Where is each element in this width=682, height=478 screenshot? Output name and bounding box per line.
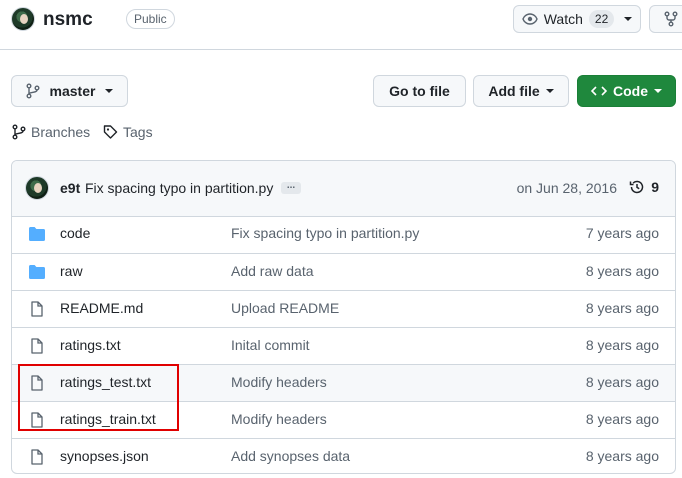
folder-icon: [28, 264, 46, 280]
file-commit-age: 8 years ago: [585, 411, 659, 427]
file-commit-message-link[interactable]: Modify headers: [231, 411, 327, 427]
go-to-file-button[interactable]: Go to file: [373, 75, 466, 107]
file-commit-message-link[interactable]: Upload README: [231, 300, 339, 316]
commit-message[interactable]: Fix spacing typo in partition.py: [85, 180, 273, 196]
file-name-link[interactable]: README.md: [60, 300, 143, 316]
branch-name: master: [49, 83, 96, 99]
file-commit-message-link[interactable]: Inital commit: [231, 337, 310, 353]
branch-selector[interactable]: master: [11, 75, 128, 107]
repo-name[interactable]: nsmc: [43, 8, 93, 32]
commit-count: 9: [651, 179, 659, 195]
watch-count: 22: [588, 10, 615, 28]
commit-history-link[interactable]: 9: [629, 179, 659, 195]
file-row[interactable]: ratings.txt Inital commit 8 years ago: [12, 327, 675, 364]
chevron-down-icon: [624, 17, 633, 21]
file-commit-message-link[interactable]: Modify headers: [231, 374, 327, 390]
file-commit-age: 8 years ago: [585, 374, 659, 390]
watch-label: Watch: [543, 11, 583, 27]
file-commit-age: 8 years ago: [585, 337, 659, 353]
file-icon: [28, 338, 46, 354]
chevron-down-icon: [105, 89, 114, 93]
file-row[interactable]: code Fix spacing typo in partition.py 7 ye…: [12, 216, 675, 253]
chevron-down-icon: [545, 89, 554, 93]
file-commit-age: 8 years ago: [585, 300, 659, 316]
latest-commit-bar: e9t Fix spacing typo in partition.py ...…: [12, 161, 675, 217]
commit-date: on Jun 28, 2016: [516, 180, 617, 196]
file-row[interactable]: README.md Upload README 8 years ago: [12, 290, 675, 327]
eye-icon: [521, 13, 538, 25]
code-label: Code: [613, 83, 648, 99]
file-name-link[interactable]: raw: [60, 263, 83, 279]
visibility-badge: Public: [126, 9, 175, 29]
code-button[interactable]: Code: [577, 75, 676, 107]
folder-icon: [28, 226, 46, 242]
fork-icon: [664, 11, 678, 27]
highlight-box: [18, 364, 179, 431]
file-icon: [28, 449, 46, 465]
file-row[interactable]: synopses.json Add synopses data 8 years ag…: [12, 438, 675, 473]
file-name-link[interactable]: code: [60, 225, 90, 241]
git-branch-icon: [26, 83, 40, 99]
file-name-link[interactable]: ratings.txt: [60, 337, 121, 353]
code-icon: [591, 86, 607, 96]
add-file-button[interactable]: Add file: [473, 75, 569, 107]
fork-button[interactable]: [649, 5, 682, 33]
tags-label: Tags: [123, 124, 153, 140]
tag-icon: [103, 125, 118, 139]
file-row[interactable]: raw Add raw data 8 years ago: [12, 253, 675, 290]
watch-button[interactable]: Watch 22: [513, 5, 641, 33]
file-commit-age: 8 years ago: [585, 263, 659, 279]
file-commit-age: 7 years ago: [585, 225, 659, 241]
chevron-down-icon: [654, 89, 662, 93]
branches-link[interactable]: Branches: [12, 124, 90, 140]
file-commit-message-link[interactable]: Add raw data: [231, 263, 314, 279]
commit-author[interactable]: e9t: [60, 180, 80, 196]
go-to-file-label: Go to file: [389, 83, 450, 99]
branches-label: Branches: [31, 124, 91, 140]
commit-expand-button[interactable]: ...: [281, 181, 301, 194]
file-commit-age: 8 years ago: [585, 448, 659, 464]
file-commit-message-link[interactable]: Add synopses data: [231, 448, 350, 464]
commit-author-avatar[interactable]: [25, 176, 49, 200]
file-commit-message-link[interactable]: Fix spacing typo in partition.py: [231, 225, 419, 241]
git-branch-icon: [12, 124, 26, 140]
repo-header: nsmc Public Watch 22: [0, 0, 682, 50]
tags-link[interactable]: Tags: [103, 124, 153, 140]
file-name-link[interactable]: synopses.json: [60, 448, 149, 464]
owner-avatar[interactable]: [11, 7, 35, 31]
file-icon: [28, 301, 46, 317]
history-icon: [629, 180, 644, 194]
add-file-label: Add file: [488, 83, 540, 99]
